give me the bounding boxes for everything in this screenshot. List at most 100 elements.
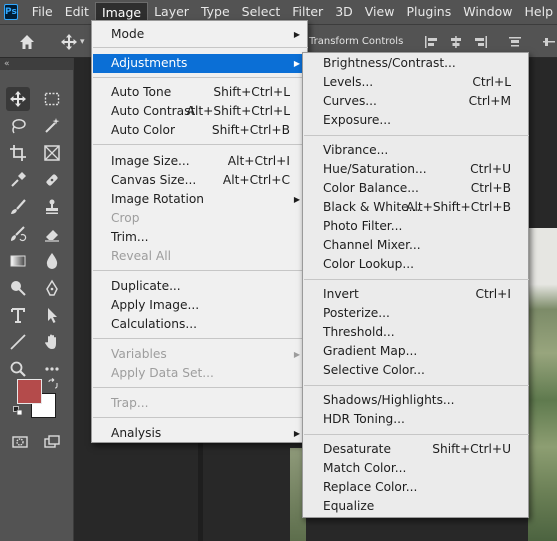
menu-item-apply-image[interactable]: Apply Image... (93, 296, 308, 315)
magic-wand-tool-icon[interactable] (40, 114, 64, 138)
menu-edit[interactable]: Edit (59, 2, 95, 22)
menu-item-duplicate[interactable]: Duplicate... (93, 277, 308, 296)
menu-item-black-white[interactable]: Black & White... Alt+Shift+Ctrl+B (304, 198, 529, 217)
menu-separator (93, 417, 308, 418)
menu-item-analysis[interactable]: Analysis ▶ (93, 424, 308, 443)
lasso-tool-icon[interactable] (6, 114, 30, 138)
dodge-tool-icon[interactable] (6, 276, 30, 300)
swap-colors-icon[interactable] (47, 378, 59, 390)
submenu-arrow-icon: ▶ (293, 350, 300, 359)
menu-item-reveal-all: Reveal All (111, 249, 171, 263)
align-middle-icon[interactable] (541, 34, 557, 50)
align-left-icon[interactable] (423, 34, 439, 50)
menu-item-shadows-highlights[interactable]: Shadows/Highlights... (304, 391, 529, 410)
menu-item-hue-saturation[interactable]: Hue/Saturation... Ctrl+U (304, 160, 529, 179)
menu-view[interactable]: View (359, 2, 401, 22)
zoom-tool-icon[interactable] (6, 357, 30, 381)
menu-help[interactable]: Help (519, 2, 557, 22)
menu-item-levels[interactable]: Levels... Ctrl+L (304, 73, 529, 92)
menu-type[interactable]: Type (195, 2, 236, 22)
document-tab-divider (198, 440, 203, 541)
align-right-icon[interactable] (473, 34, 489, 50)
collapse-panel-icon[interactable]: « (0, 58, 73, 70)
menu-item-apply-data-set: Apply Data Set... (111, 366, 214, 380)
menu-item-adjustments[interactable]: Adjustments ▶ (93, 54, 308, 73)
menu-filter[interactable]: Filter (286, 2, 329, 22)
menu-item-hdr-toning[interactable]: HDR Toning... (304, 410, 529, 429)
menu-plugins[interactable]: Plugins (400, 2, 457, 22)
menu-item-gradient-map[interactable]: Gradient Map... (304, 342, 529, 361)
move-tool-options-icon[interactable] (60, 33, 78, 51)
menu-window[interactable]: Window (457, 2, 518, 22)
menu-item-vibrance[interactable]: Vibrance... (304, 141, 529, 160)
line-tool-icon[interactable] (6, 330, 30, 354)
menu-item-image-rotation[interactable]: Image Rotation ▶ (93, 190, 308, 209)
menu-item-equalize[interactable]: Equalize (304, 497, 529, 516)
history-brush-tool-icon[interactable] (6, 222, 30, 246)
marquee-tool-icon[interactable] (40, 87, 64, 111)
type-tool-icon[interactable] (6, 303, 30, 327)
align-center-icon[interactable] (448, 34, 464, 50)
quick-mask-icon[interactable] (8, 430, 32, 454)
menu-item-channel-mixer[interactable]: Channel Mixer... (304, 236, 529, 255)
menu-item-brightness-contrast[interactable]: Brightness/Contrast... (304, 54, 529, 73)
menu-separator (93, 144, 308, 145)
adjustments-submenu: Brightness/Contrast... Levels... Ctrl+L C… (302, 52, 529, 518)
home-icon[interactable] (18, 33, 36, 51)
submenu-arrow-icon: ▶ (293, 195, 300, 204)
frame-tool-icon[interactable] (40, 141, 64, 165)
default-colors-icon[interactable] (13, 406, 23, 416)
menu-item-trap: Trap... (111, 396, 149, 410)
menu-select[interactable]: Select (236, 2, 287, 22)
blur-tool-icon[interactable] (40, 249, 64, 273)
menu-item-calculations[interactable]: Calculations... (93, 315, 308, 334)
menu-item-canvas-size[interactable]: Canvas Size... Alt+Ctrl+C (93, 171, 308, 190)
menu-item-desaturate[interactable]: Desaturate Shift+Ctrl+U (304, 440, 529, 459)
brush-tool-icon[interactable] (6, 195, 30, 219)
menu-separator (304, 434, 529, 435)
menu-item-exposure[interactable]: Exposure... (304, 111, 529, 130)
chevron-down-icon[interactable]: ▾ (80, 37, 85, 47)
eraser-tool-icon[interactable] (40, 222, 64, 246)
hand-tool-icon[interactable] (40, 330, 64, 354)
align-top-icon[interactable] (507, 34, 523, 50)
document-canvas-photo[interactable] (528, 228, 557, 541)
menu-item-curves[interactable]: Curves... Ctrl+M (304, 92, 529, 111)
menu-item-auto-tone[interactable]: Auto Tone Shift+Ctrl+L (93, 83, 308, 102)
menu-image[interactable]: Image (94, 2, 149, 22)
menu-file[interactable]: File (26, 2, 59, 22)
menu-item-match-color[interactable]: Match Color... (304, 459, 529, 478)
menu-layer[interactable]: Layer (148, 2, 195, 22)
menu-3d[interactable]: 3D (329, 2, 359, 22)
menu-item-trim[interactable]: Trim... (93, 228, 308, 247)
menu-item-invert[interactable]: Invert Ctrl+I (304, 285, 529, 304)
screen-mode-icon[interactable] (40, 430, 64, 454)
menu-item-image-size[interactable]: Image Size... Alt+Ctrl+I (93, 152, 308, 171)
tools-panel: « (0, 58, 74, 541)
clone-stamp-tool-icon[interactable] (40, 195, 64, 219)
menu-separator (93, 338, 308, 339)
crop-tool-icon[interactable] (6, 141, 30, 165)
move-tool-icon[interactable] (6, 87, 30, 111)
menu-item-auto-contrast[interactable]: Auto Contrast Alt+Shift+Ctrl+L (93, 102, 308, 121)
menu-item-posterize[interactable]: Posterize... (304, 304, 529, 323)
pen-tool-icon[interactable] (40, 276, 64, 300)
menu-item-auto-color[interactable]: Auto Color Shift+Ctrl+B (93, 121, 308, 140)
path-selection-tool-icon[interactable] (40, 303, 64, 327)
menu-item-selective-color[interactable]: Selective Color... (304, 361, 529, 380)
gradient-tool-icon[interactable] (6, 249, 30, 273)
photoshop-logo: Ps (4, 4, 18, 20)
menu-separator (304, 385, 529, 386)
healing-brush-tool-icon[interactable] (40, 168, 64, 192)
menu-item-color-balance[interactable]: Color Balance... Ctrl+B (304, 179, 529, 198)
menu-item-mode[interactable]: Mode ▶ (93, 25, 308, 44)
submenu-arrow-icon: ▶ (293, 30, 300, 39)
menu-item-crop: Crop (111, 211, 140, 225)
menu-item-photo-filter[interactable]: Photo Filter... (304, 217, 529, 236)
menu-item-replace-color[interactable]: Replace Color... (304, 478, 529, 497)
menu-item-threshold[interactable]: Threshold... (304, 323, 529, 342)
eyedropper-tool-icon[interactable] (6, 168, 30, 192)
transform-controls-checkbox-label[interactable]: Transform Controls (309, 36, 403, 47)
foreground-color-swatch[interactable] (17, 379, 42, 404)
menu-item-color-lookup[interactable]: Color Lookup... (304, 255, 529, 274)
